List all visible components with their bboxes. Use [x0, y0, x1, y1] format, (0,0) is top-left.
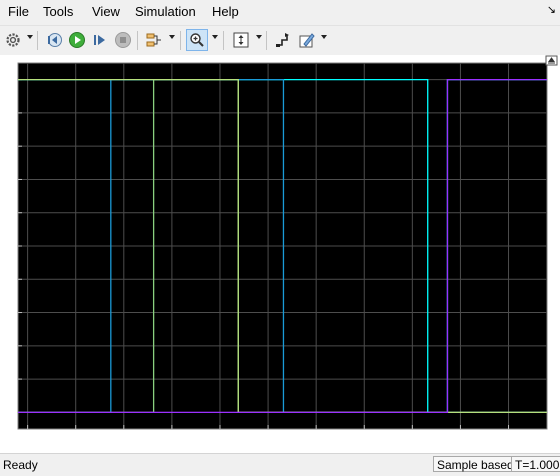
y-tick-label: 0.8 — [0, 141, 13, 153]
settings-dropdown-icon[interactable] — [27, 35, 33, 39]
x-tick-label: 0.58908 — [441, 436, 481, 448]
status-ready: Ready — [3, 458, 38, 472]
x-tick-label: 0.58899 — [8, 436, 48, 448]
menu-file[interactable]: File — [8, 4, 29, 19]
y-tick-label: 0.6 — [0, 208, 13, 220]
toolbar — [0, 25, 560, 56]
signal-select-icon[interactable] — [143, 29, 165, 51]
menu-view[interactable]: View — [92, 4, 120, 19]
step-back-icon[interactable] — [43, 29, 65, 51]
x-tick-label: 0.58905 — [296, 436, 336, 448]
toolbar-separator — [223, 31, 224, 50]
toolbar-separator — [37, 31, 38, 50]
signal-select-dropdown-icon[interactable] — [169, 35, 175, 39]
y-tick-label: 0.5 — [0, 241, 13, 253]
cursor-icon[interactable] — [272, 29, 294, 51]
toolbar-separator — [180, 31, 181, 50]
run-icon[interactable] — [66, 29, 88, 51]
x-tick-label: 0.589 — [62, 436, 90, 448]
x-tick-label: 0.58902 — [152, 436, 192, 448]
x-tick-label: 0.58906 — [344, 436, 384, 448]
stop-icon[interactable] — [112, 29, 134, 51]
y-tick-label: 0.1 — [0, 374, 13, 386]
y-tick-label: 0.7 — [0, 174, 13, 186]
toolbar-separator — [137, 31, 138, 50]
x-tick-label: 0.58901 — [104, 436, 144, 448]
zoom-dropdown-icon[interactable] — [212, 35, 218, 39]
y-tick-label: 1 — [7, 75, 13, 87]
menu-simulation[interactable]: Simulation — [135, 4, 196, 19]
menu-tools[interactable]: Tools — [43, 4, 73, 19]
menu-bar: File Tools View Simulation Help ↘ — [0, 0, 560, 25]
zoom-in-icon[interactable] — [186, 29, 208, 51]
fit-axes-dropdown-icon[interactable] — [256, 35, 262, 39]
highlight-icon[interactable] — [296, 29, 318, 51]
scope-plot-area: 0.58899 0.589 0.58901 0.58902 0.58903 0.58904… — [0, 55, 560, 453]
x-tick-label: 0.58907 — [392, 436, 432, 448]
y-tick-label: 0.2 — [0, 341, 13, 353]
dock-arrow-icon[interactable]: ↘ — [547, 3, 556, 16]
y-tick-label: 0 — [7, 407, 13, 419]
fit-axes-icon[interactable] — [230, 29, 252, 51]
y-tick-label: 0.9 — [0, 108, 13, 120]
sim-time-status: T=1.000 — [511, 456, 560, 472]
step-forward-icon[interactable] — [89, 29, 111, 51]
x-tick-label: 0.58909 — [489, 436, 529, 448]
status-bar: Ready Sample based T=1.000 — [0, 453, 560, 476]
scope-chart: 0.58899 0.589 0.58901 0.58902 0.58903 0.58904… — [0, 55, 558, 448]
y-tick-label: 0.3 — [0, 308, 13, 320]
x-tick-label: 0.58904 — [248, 436, 288, 448]
x-tick-label: 0.58903 — [200, 436, 240, 448]
settings-icon[interactable] — [2, 29, 24, 51]
y-tick-label: 0.4 — [0, 274, 13, 286]
sample-mode-status: Sample based — [433, 456, 518, 472]
toolbar-separator — [266, 31, 267, 50]
highlight-dropdown-icon[interactable] — [321, 35, 327, 39]
menu-help[interactable]: Help — [212, 4, 239, 19]
